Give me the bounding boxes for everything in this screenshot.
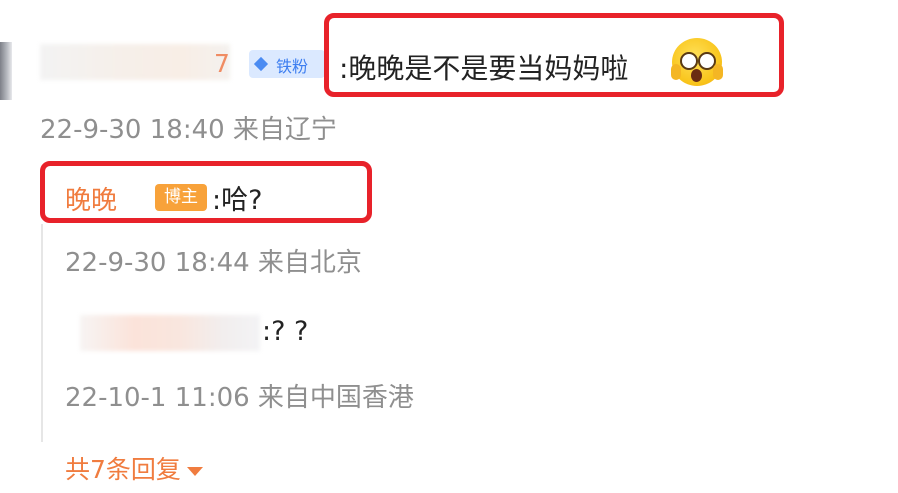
comment-text: :晚晚是不是要当妈妈啦 xyxy=(339,52,629,85)
comment-timestamp: 22-9-30 18:40 来自辽宁 xyxy=(40,115,337,145)
blurred-username xyxy=(80,315,260,351)
reply-thread-line xyxy=(41,224,43,442)
caret-down-icon xyxy=(186,466,203,476)
blurred-username xyxy=(40,44,230,80)
reply-timestamp: 22-10-1 11:06 来自中国香港 xyxy=(65,383,414,413)
reply-timestamp: 22-9-30 18:44 来自北京 xyxy=(65,248,362,278)
comment-username-suffix[interactable]: 7 xyxy=(214,49,230,78)
fan-badge-label: 铁粉 xyxy=(276,57,309,76)
reply-text: :哈? xyxy=(212,185,263,216)
fan-badge[interactable]: 铁粉 xyxy=(249,50,325,78)
more-replies-link[interactable]: 共7条回复 xyxy=(65,450,203,486)
avatar[interactable] xyxy=(0,42,12,100)
reply-text: :? ? xyxy=(262,316,309,347)
scream-face-emoji-icon xyxy=(671,38,723,86)
reply-username[interactable]: 晚晚 xyxy=(65,180,117,217)
more-replies-label: 共7条回复 xyxy=(65,455,181,484)
diamond-icon xyxy=(253,56,269,72)
blogger-badge: 博主 xyxy=(155,184,207,211)
